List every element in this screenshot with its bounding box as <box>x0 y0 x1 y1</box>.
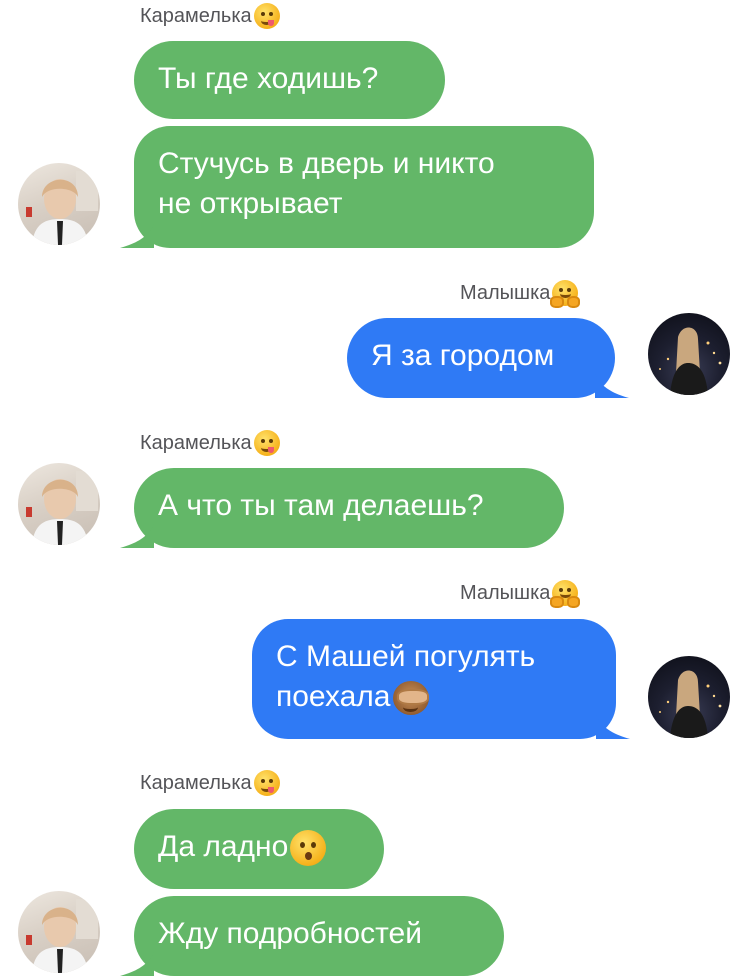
bubble-tail <box>120 224 154 248</box>
yum-face-icon <box>253 430 280 456</box>
message-text: А что ты там делаешь? <box>158 489 484 522</box>
bubble-tail <box>120 524 154 548</box>
message-text: Да ладно <box>158 827 360 867</box>
message-bubble[interactable]: Жду подробностей <box>120 896 504 976</box>
message-bubble[interactable]: С Машей погулять поехала <box>252 619 630 739</box>
sender-name-label: Малышка <box>460 281 551 304</box>
hugging-face-icon <box>550 280 581 308</box>
sender-name: Малышка <box>460 580 581 608</box>
avatar[interactable] <box>18 463 100 545</box>
sender-name-label: Малышка <box>460 581 551 604</box>
avatar[interactable] <box>648 656 730 738</box>
avatar-photo <box>26 171 98 245</box>
bubble-tail <box>596 715 630 739</box>
avatar[interactable] <box>18 163 100 245</box>
message-text: Ты где ходишь? <box>158 62 379 95</box>
message-bubble[interactable]: Ты где ходишь? <box>134 41 445 119</box>
avatar-photo <box>26 899 98 973</box>
sender-name: Карамелька <box>140 430 280 456</box>
avatar[interactable] <box>648 313 730 395</box>
avatar-photo <box>659 327 722 395</box>
avatar-photo <box>26 471 98 545</box>
message-bubble[interactable]: Да ладно <box>134 809 384 889</box>
message-text: Я за городом <box>371 339 555 372</box>
sender-name: Малышка <box>460 280 581 308</box>
bubble-tail <box>120 952 154 976</box>
avatar[interactable] <box>18 891 100 973</box>
hushed-face-icon <box>290 830 327 867</box>
yum-face-icon <box>253 3 280 29</box>
hugging-face-icon <box>550 580 581 608</box>
yum-face-icon <box>253 770 280 796</box>
sender-name-label: Карамелька <box>140 4 252 27</box>
sender-name: Карамелька <box>140 770 280 796</box>
message-text: С Машей погулять поехала <box>276 637 592 717</box>
sender-name-label: Карамелька <box>140 771 252 794</box>
see-no-evil-monkey-icon <box>392 681 429 716</box>
message-bubble[interactable]: А что ты там делаешь? <box>120 468 564 548</box>
bubble-tail <box>595 374 629 398</box>
message-bubble[interactable]: Стучусь в дверь и никто не открывает <box>120 126 594 248</box>
message-text: Стучусь в дверь и никто не открывает <box>158 147 495 220</box>
message-text: Жду подробностей <box>158 917 422 950</box>
sender-name: Карамелька <box>140 3 280 29</box>
avatar-photo <box>659 670 722 738</box>
sender-name-label: Карамелька <box>140 431 252 454</box>
message-bubble[interactable]: Я за городом <box>347 318 629 398</box>
